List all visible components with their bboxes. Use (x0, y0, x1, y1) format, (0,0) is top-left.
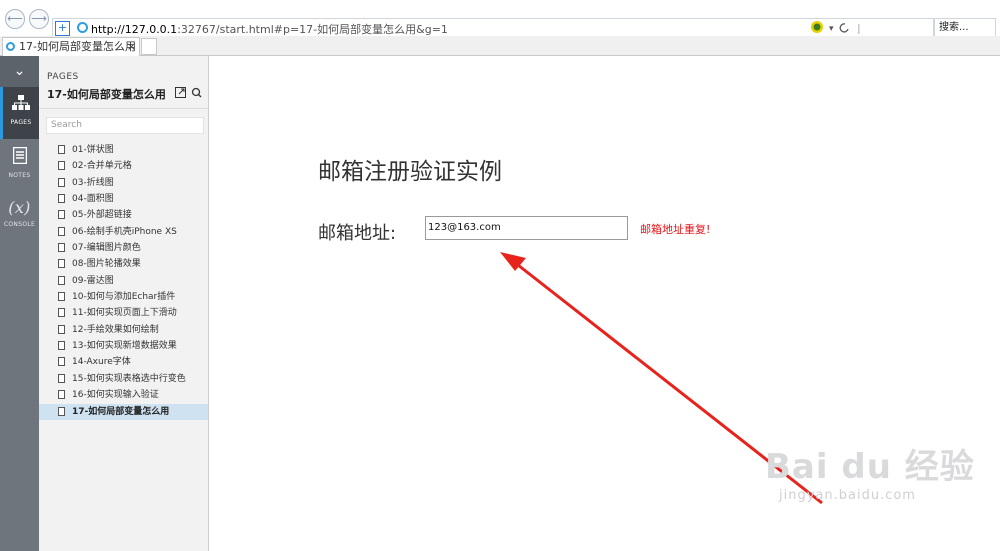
page-list-item[interactable]: 17-如何局部变量怎么用 (39, 403, 208, 420)
panel-label: PAGES (47, 72, 79, 82)
open-in-new-icon[interactable] (175, 87, 186, 101)
axure-toolstrip: ⌄ PAGES NOTES (x) CONSOLE (0, 56, 39, 551)
page-doc-icon (58, 275, 65, 285)
sitemap-icon (3, 95, 39, 115)
page-list-label: 05-外部超链接 (72, 210, 132, 221)
ie-icon (77, 22, 88, 33)
page-list-item[interactable]: 05-外部超链接 (39, 207, 208, 223)
watermark-url: jingyan.baidu.com (779, 488, 916, 503)
page-list-label: 17-如何局部变量怎么用 (72, 406, 170, 417)
url-path: :32767/start.html#p=17-如何局部变量怎么用&g=1 (177, 23, 448, 36)
toolstrip-pages[interactable]: PAGES (0, 87, 39, 139)
page-list-item[interactable]: 03-折线图 (39, 175, 208, 191)
page-doc-icon (58, 341, 65, 351)
page-list-label: 04-面积图 (72, 194, 114, 205)
page-list-item[interactable]: 06-绘制手机壳iPhone XS (39, 224, 208, 240)
page-list-label: 12-手绘效果如何绘制 (72, 324, 159, 335)
tab-title: 17-如何局部变量怎么用 (19, 40, 136, 53)
compat-view-icon[interactable]: + (55, 21, 70, 36)
back-icon[interactable]: ⟵ (5, 9, 25, 29)
page-doc-icon (58, 161, 65, 171)
toolstrip-label: PAGES (10, 119, 32, 126)
page-doc-icon (58, 373, 65, 383)
page-doc-icon (58, 259, 65, 269)
page-list-item[interactable]: 10-如何与添加Echar插件 (39, 289, 208, 305)
new-tab-button[interactable] (141, 38, 157, 55)
browser-tab[interactable]: 17-如何局部变量怎么用 × (2, 37, 140, 56)
page-list-label: 08-图片轮播效果 (72, 259, 141, 270)
address-controls-icon: ▾ | (811, 21, 861, 35)
browser-address-bar: ⟵ ⟶ + http://127.0.0.1:32767/start.html#… (0, 0, 1000, 37)
page-list-label: 03-折线图 (72, 177, 114, 188)
page-list-item[interactable]: 16-如何实现输入验证 (39, 387, 208, 403)
page-doc-icon (58, 194, 65, 204)
page-list: 01-饼状图 02-合并单元格 03-折线图 04-面积图 05-外部超链接 06-绘制手… (39, 142, 208, 420)
page-doc-icon (58, 390, 65, 400)
svg-text:|: | (857, 22, 861, 34)
page-list-item[interactable]: 08-图片轮播效果 (39, 256, 208, 272)
toolstrip-notes[interactable]: NOTES (0, 139, 39, 191)
page-list-label: 02-合并单元格 (72, 161, 132, 172)
page-list-label: 13-如何实现新增数据效果 (72, 341, 177, 352)
pages-search-input[interactable]: Search (46, 117, 204, 134)
page-doc-icon (58, 406, 65, 416)
page-list-item[interactable]: 14-Axure字体 (39, 354, 208, 370)
page-list-label: 09-雷达图 (72, 275, 114, 286)
page-list-item[interactable]: 04-面积图 (39, 191, 208, 207)
toolstrip-console[interactable]: (x) CONSOLE (0, 191, 39, 243)
forward-icon[interactable]: ⟶ (29, 9, 49, 29)
page-list-label: 06-绘制手机壳iPhone XS (72, 226, 177, 237)
variable-icon: (x) (8, 198, 31, 217)
page-list-item[interactable]: 02-合并单元格 (39, 158, 208, 174)
close-tab-icon[interactable]: × (127, 38, 136, 56)
refresh-icon[interactable]: ▾ | (809, 20, 867, 37)
current-page-title: 17-如何局部变量怎么用 (47, 88, 166, 101)
page-list-label: 11-如何实现页面上下滑动 (72, 308, 177, 319)
toolstrip-label: CONSOLE (3, 221, 36, 228)
browser-search-field[interactable]: 搜索... (934, 18, 996, 36)
page-doc-icon (58, 177, 65, 187)
page-doc-icon (58, 226, 65, 236)
collapse-chevron-icon[interactable]: ⌄ (0, 56, 39, 87)
page-list-item[interactable]: 13-如何实现新增数据效果 (39, 338, 208, 354)
page-doc-icon (58, 357, 65, 367)
page-list-item[interactable]: 12-手绘效果如何绘制 (39, 322, 208, 338)
page-list-label: 01-饼状图 (72, 145, 114, 155)
pages-panel: PAGES 17-如何局部变量怎么用 Search 01-饼状图 02-合并单元格… (39, 56, 209, 551)
svg-text:▾: ▾ (829, 24, 834, 34)
page-list-item[interactable]: 01-饼状图 (39, 142, 208, 158)
toolstrip-label: NOTES (8, 172, 31, 179)
page-list-item[interactable]: 11-如何实现页面上下滑动 (39, 305, 208, 321)
page-list-label: 07-编辑图片颜色 (72, 243, 141, 254)
prototype-canvas: 邮箱注册验证实例 邮箱地址: 123@163.com 邮箱地址重复! Bai d… (209, 56, 1000, 551)
url-text: http://127.0.0.1:32767/start.html#p=17-如… (91, 21, 448, 37)
page-doc-icon (58, 243, 65, 253)
page-doc-icon (58, 210, 65, 220)
page-doc-icon (58, 324, 65, 334)
page-list-item[interactable]: 07-编辑图片颜色 (39, 240, 208, 256)
notes-icon (0, 146, 39, 168)
page-list-label: 15-如何实现表格选中行变色 (72, 373, 186, 384)
page-list-item[interactable]: 09-雷达图 (39, 273, 208, 289)
watermark: Bai du 经验 jingyan.baidu.com (765, 439, 975, 503)
page-doc-icon (58, 308, 65, 318)
page-list-label: 14-Axure字体 (72, 357, 131, 368)
browser-tab-bar: 17-如何局部变量怎么用 × (0, 36, 1000, 56)
page-doc-icon (58, 145, 65, 154)
pin-location-icon[interactable] (191, 87, 202, 101)
page-list-label: 16-如何实现输入验证 (72, 390, 159, 401)
page-list-item[interactable]: 15-如何实现表格选中行变色 (39, 371, 208, 387)
divider (39, 108, 208, 109)
page-list-label: 10-如何与添加Echar插件 (72, 292, 176, 303)
url-field[interactable]: + http://127.0.0.1:32767/start.html#p=17… (52, 18, 934, 37)
url-host: http://127.0.0.1 (91, 23, 178, 36)
page-doc-icon (58, 292, 65, 302)
ie-tab-icon (6, 42, 15, 51)
watermark-brand: Bai du 经验 (765, 447, 975, 487)
